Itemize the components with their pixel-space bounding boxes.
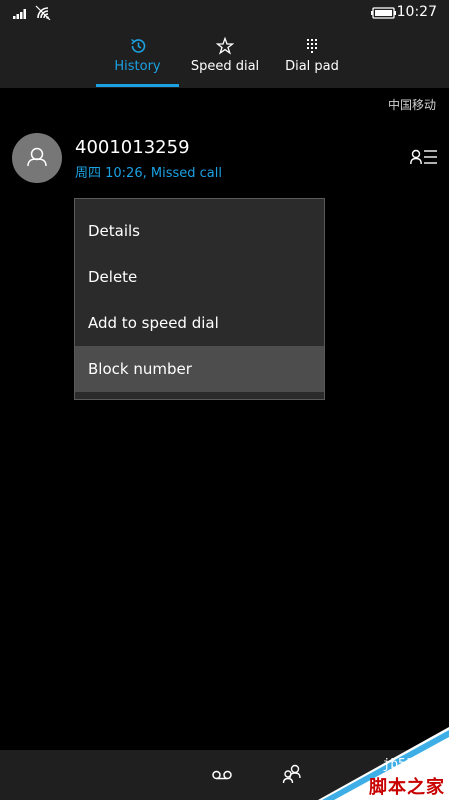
context-menu: Details Delete Add to speed dial Block n… xyxy=(74,198,325,400)
tab-dial-pad-label: Dial pad xyxy=(285,59,339,74)
status-time: 10:27 xyxy=(396,4,437,20)
tab-history-label: History xyxy=(114,59,161,74)
watermark-site: jb51.net xyxy=(382,757,445,772)
battery-icon xyxy=(371,7,396,19)
call-number[interactable]: 4001013259 xyxy=(75,137,190,158)
contacts-icon[interactable] xyxy=(282,763,304,785)
contact-list-icon[interactable] xyxy=(410,148,438,166)
status-bar: 10:27 xyxy=(0,0,449,26)
carrier-name: 中国移动 xyxy=(387,98,436,112)
menu-item-delete[interactable]: Delete xyxy=(75,254,324,300)
signal-strength-icon xyxy=(13,9,26,19)
menu-item-details[interactable]: Details xyxy=(75,208,324,254)
call-detail: 周四 10:26, Missed call xyxy=(75,166,222,181)
pivot-header: History Speed dial Dial pad xyxy=(0,26,449,88)
star-icon xyxy=(216,37,234,55)
watermark-name: 脚本之家 xyxy=(369,777,445,798)
phone-screen: 10:27 History Speed dial Dial pad 中国移动 4… xyxy=(0,0,449,800)
avatar[interactable] xyxy=(12,133,62,183)
wifi-icon xyxy=(35,5,51,20)
site-watermark: jb51.net 脚本之家 xyxy=(318,727,449,800)
voicemail-icon[interactable] xyxy=(211,767,233,783)
menu-item-add-to-speed-dial[interactable]: Add to speed dial xyxy=(75,300,324,346)
tab-history[interactable]: History xyxy=(96,26,179,88)
dialpad-icon xyxy=(307,39,317,53)
person-icon xyxy=(27,147,47,167)
menu-item-block-number[interactable]: Block number xyxy=(75,346,324,392)
history-icon xyxy=(130,38,145,53)
tab-dial-pad[interactable]: Dial pad xyxy=(282,26,342,88)
tab-speed-dial-label: Speed dial xyxy=(190,59,260,74)
active-tab-indicator xyxy=(96,84,179,87)
tab-speed-dial[interactable]: Speed dial xyxy=(190,26,260,88)
